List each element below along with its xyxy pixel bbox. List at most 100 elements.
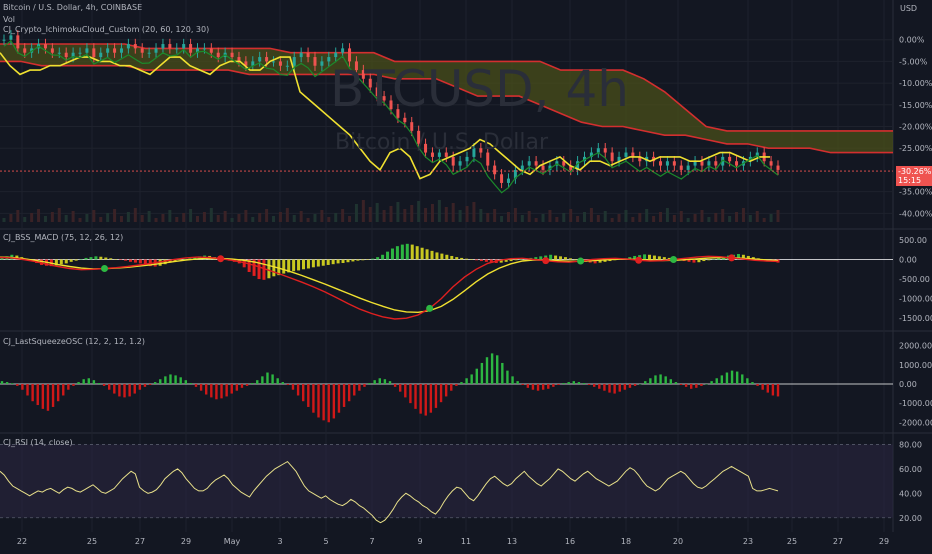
volume-bar (638, 213, 642, 222)
volume-bar (603, 211, 607, 222)
candle-body (168, 44, 172, 49)
squeeze-bar (659, 374, 662, 384)
candle-body (320, 61, 324, 66)
squeeze-bar (741, 374, 744, 384)
volume-bar (617, 214, 621, 222)
macd-histogram-bar (336, 259, 340, 264)
volume-bar (168, 210, 172, 222)
squeeze-bar (291, 384, 295, 390)
volume-bar (396, 202, 400, 222)
squeeze-bar (97, 383, 101, 384)
macd-legend[interactable]: CJ_BSS_MACD (75, 12, 26, 12) (3, 233, 123, 242)
price-axis-label: 0.00% (899, 36, 925, 45)
macd-histogram-bar (351, 259, 355, 262)
currency-label: USD (900, 4, 918, 13)
squeeze-bar (215, 384, 218, 400)
squeeze-bar (230, 384, 233, 394)
candle-body (175, 48, 179, 50)
squeeze-bar (353, 384, 356, 396)
squeeze-bar (143, 384, 147, 387)
macd-histogram-bar (124, 259, 128, 261)
macd-histogram-bar (702, 259, 706, 262)
macd-histogram-bar (479, 259, 483, 262)
squeeze-bar (327, 384, 330, 423)
volume-bar (686, 218, 690, 222)
squeeze-bar (113, 384, 116, 394)
last-price-tag: -30.26% 15:15 (896, 166, 932, 186)
candle-body (403, 117, 407, 123)
macd-histogram-bar (662, 257, 666, 260)
squeeze-bar (102, 384, 106, 386)
macd-histogram-bar (381, 254, 385, 260)
volume-bar (375, 203, 379, 222)
candle-body (299, 52, 303, 58)
squeeze-bar (256, 380, 259, 384)
squeeze-bar (388, 381, 392, 384)
macd-axis-label: -1500.00 (899, 314, 932, 323)
squeeze-bar (633, 384, 637, 386)
candle-body (50, 48, 54, 53)
volume-legend[interactable]: Vol (3, 15, 15, 24)
squeeze-bar (547, 384, 550, 389)
squeeze-bar (715, 378, 718, 384)
squeeze-bar (490, 353, 494, 384)
macd-axis-label: -500.00 (899, 275, 930, 284)
ichimoku-legend[interactable]: CJ_Crypto_IchimokuCloud_Custom (20, 60, … (3, 25, 209, 34)
squeeze-bar (730, 370, 734, 384)
volume-bar (161, 214, 165, 222)
macd-histogram-bar (292, 259, 296, 272)
time-axis-label: 16 (565, 537, 575, 546)
squeeze-bar (414, 384, 417, 409)
macd-histogram-bar (460, 257, 464, 260)
watermark-symbol: BTCUSD, 4h (330, 60, 629, 118)
candle-body (64, 52, 68, 58)
volume-bar (292, 215, 296, 222)
volume-bar (624, 210, 628, 222)
symbol-title[interactable]: Bitcoin / U.S. Dollar, 4h, COINBASE (3, 3, 142, 12)
macd-histogram-bar (440, 253, 444, 260)
macd-histogram-bar (514, 259, 518, 261)
volume-bar (251, 217, 255, 222)
candle-body (265, 57, 269, 62)
time-axis-label: 9 (417, 537, 422, 546)
candle-body (341, 48, 345, 53)
volume-bar (665, 208, 669, 222)
macd-histogram-bar (455, 257, 459, 260)
rsi-band (0, 444, 893, 518)
macd-histogram-bar (420, 247, 424, 260)
macd-histogram-bar (435, 252, 439, 260)
squeeze-bar (684, 384, 688, 387)
squeeze-bar (133, 384, 136, 394)
squeeze-bar (194, 384, 198, 387)
macd-histogram-bar (400, 244, 404, 260)
rsi-legend[interactable]: CJ_RSI (14, close) (3, 438, 73, 447)
candle-body (202, 48, 206, 50)
squeeze-bar (189, 383, 193, 384)
squeeze-bar (485, 357, 489, 384)
volume-bar (589, 208, 593, 222)
volume-bar (513, 208, 517, 222)
squeeze-bar (679, 384, 683, 385)
squeeze-bar (317, 384, 320, 418)
candle-body (140, 48, 144, 53)
squeeze-bar (220, 384, 223, 399)
squeeze-bar (501, 362, 504, 384)
volume-bar (451, 203, 455, 222)
volume-bar (652, 216, 656, 222)
squeeze-bar (521, 384, 524, 385)
squeeze-bar (746, 378, 749, 384)
macd-histogram-bar (470, 259, 474, 260)
squeeze-bar (179, 377, 182, 384)
volume-bar (258, 213, 262, 222)
squeeze-bar (322, 384, 325, 421)
squeeze-legend[interactable]: CJ_LastSqueezeOSC (12, 2, 12, 1.2) (3, 337, 145, 346)
squeeze-bar (470, 374, 473, 384)
squeeze-bar (363, 384, 366, 387)
squeeze-bar (250, 383, 254, 384)
macd-histogram-bar (563, 257, 567, 260)
volume-bar (714, 213, 718, 222)
macd-cross-dot (426, 304, 434, 312)
macd-histogram-bar (465, 258, 469, 260)
macd-axis-label: 0.00 (899, 255, 917, 264)
macd-histogram-bar (297, 259, 301, 271)
